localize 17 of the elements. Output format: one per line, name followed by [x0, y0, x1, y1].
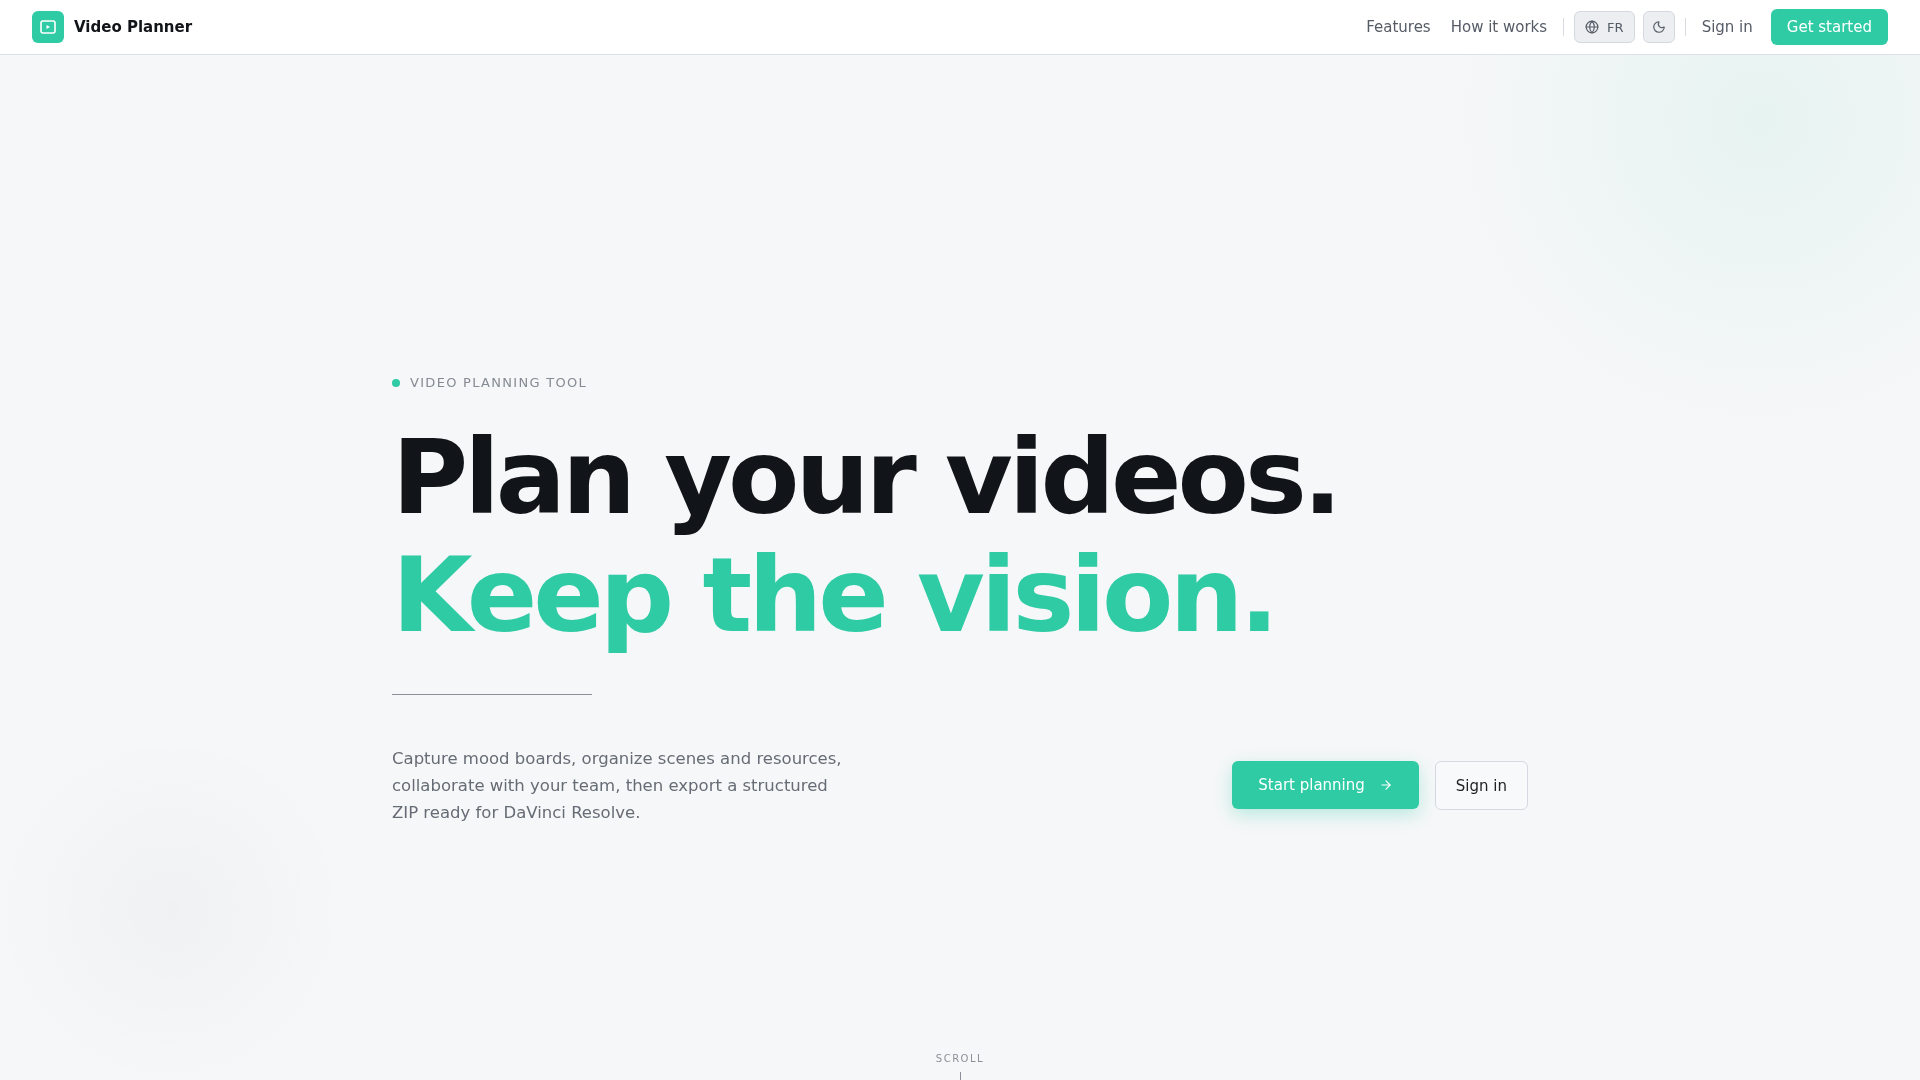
nav-link[interactable]: How it works — [1444, 18, 1554, 36]
headline: Plan your videos. — [392, 418, 1340, 536]
theme-toggle-button[interactable] — [1642, 11, 1675, 43]
headline-accent: Keep the vision. — [392, 536, 1276, 654]
brand-name: Video Planner — [74, 18, 193, 36]
moon-icon — [1651, 20, 1666, 34]
hero-description: Capture mood boards, organize scenes and resources, collaborate with your team, then export a structured ZIP ready for DaVinci Resolve. — [392, 748, 843, 824]
eyebrow-label: VIDEO PLANNING TOOL — [410, 375, 588, 390]
sign-in-button[interactable]: Sign in — [1434, 761, 1528, 810]
globe-icon — [1585, 20, 1600, 34]
arrow-right-icon — [1378, 778, 1393, 792]
status-dot-icon — [392, 378, 400, 387]
scroll-hint: SCROLL — [935, 1053, 985, 1064]
sign-in-link[interactable]: Sign in — [1695, 18, 1759, 36]
language-button[interactable]: FR — [1574, 11, 1635, 43]
logo-icon — [32, 11, 64, 43]
nav-link[interactable]: Features — [1360, 18, 1437, 36]
